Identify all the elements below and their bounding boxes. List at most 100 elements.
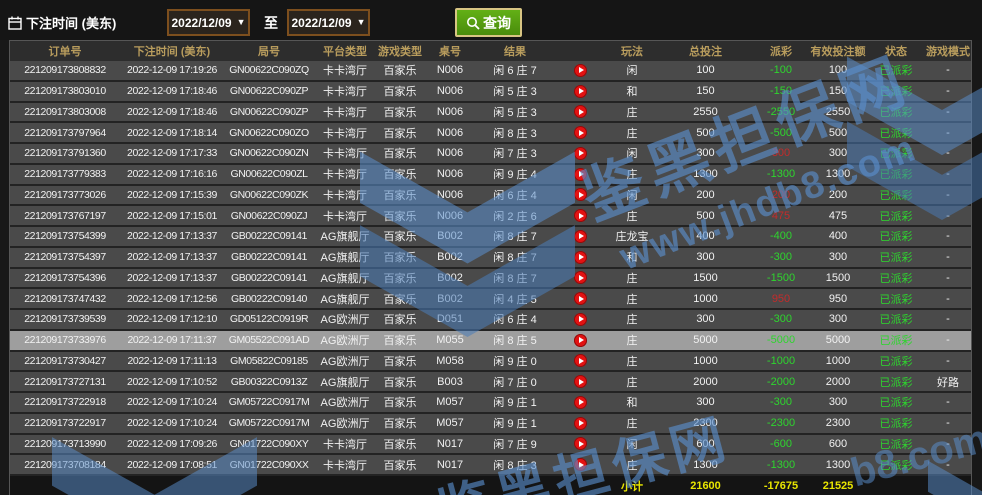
play-replay-button[interactable] (574, 396, 587, 409)
play-replay-button[interactable] (574, 126, 587, 139)
table-row[interactable]: 221209173773026 2022-12-09 17:15:39 GN00… (10, 186, 971, 207)
cell-order-no: 221209173754397 (10, 251, 120, 263)
cell-game-type: 百家乐 (376, 311, 424, 327)
play-replay-button[interactable] (574, 271, 587, 284)
cell-replay (554, 251, 606, 264)
play-replay-button[interactable] (574, 334, 587, 347)
table-row[interactable]: 221209173722918 2022-12-09 17:10:24 GM05… (10, 393, 971, 414)
cell-platform: 卡卡湾厅 (314, 166, 376, 182)
table-row[interactable]: 221209173727131 2022-12-09 17:10:52 GB00… (10, 372, 971, 393)
cell-status: 已派彩 (867, 249, 925, 265)
cell-total-bet: 300 (658, 396, 753, 408)
table-row[interactable]: 221209173808832 2022-12-09 17:19:26 GN00… (10, 61, 971, 82)
play-replay-button[interactable] (574, 230, 587, 243)
cell-round-no: GD05122C0919R (224, 313, 314, 325)
table-row[interactable]: 221209173767197 2022-12-09 17:15:01 GN00… (10, 206, 971, 227)
cell-platform: 卡卡湾厅 (314, 436, 376, 452)
cell-total-bet: 150 (658, 85, 753, 97)
table-row[interactable]: 221209173754396 2022-12-09 17:13:37 GB00… (10, 269, 971, 290)
table-row[interactable]: 221209173779383 2022-12-09 17:16:16 GN00… (10, 165, 971, 186)
play-replay-button[interactable] (574, 375, 587, 388)
cell-order-no: 221209173708184 (10, 459, 120, 471)
play-replay-button[interactable] (574, 437, 587, 450)
cell-game-mode: - (925, 85, 971, 97)
calendar-icon (8, 16, 22, 30)
table-row[interactable]: 221209173747432 2022-12-09 17:12:56 GB00… (10, 289, 971, 310)
play-replay-button[interactable] (574, 64, 587, 77)
cell-bet-time: 2022-12-09 17:10:24 (120, 396, 224, 408)
cell-result: 闲 6 庄 7 (476, 62, 554, 78)
cell-replay (554, 168, 606, 181)
chevron-down-icon: ▼ (237, 18, 246, 27)
cell-bet-time: 2022-12-09 17:18:46 (120, 85, 224, 97)
play-replay-button[interactable] (574, 354, 587, 367)
cell-valid-bet: 2300 (809, 417, 867, 429)
filter-bar: 下注时间 (美东) 2022/12/09 ▼ 至 2022/12/09 ▼ 查询 (0, 0, 982, 40)
table-row[interactable]: 221209173733976 2022-12-09 17:11:37 GM05… (10, 331, 971, 352)
cell-order-no: 221209173722917 (10, 417, 120, 429)
table-row[interactable]: 221209173708184 2022-12-09 17:08:51 GN01… (10, 455, 971, 476)
cell-game-type: 百家乐 (376, 457, 424, 473)
cell-order-no: 221209173722918 (10, 396, 120, 408)
cell-result: 闲 8 庄 3 (476, 125, 554, 141)
cell-platform: AG旗舰厅 (314, 374, 376, 390)
cell-total-bet: 5000 (658, 334, 753, 346)
play-replay-button[interactable] (574, 188, 587, 201)
table-row[interactable]: 221209173803010 2022-12-09 17:18:46 GN00… (10, 82, 971, 103)
play-replay-button[interactable] (574, 147, 587, 160)
cell-valid-bet: 500 (809, 127, 867, 139)
table-row[interactable]: 221209173730427 2022-12-09 17:11:13 GM05… (10, 352, 971, 373)
cell-bet-time: 2022-12-09 17:11:37 (120, 334, 224, 346)
cell-order-no: 221209173773026 (10, 189, 120, 201)
header-valid-bet: 有效投注额 (809, 43, 867, 59)
play-replay-button[interactable] (574, 209, 587, 222)
play-replay-button[interactable] (574, 251, 587, 264)
cell-game-type: 百家乐 (376, 415, 424, 431)
cell-total-bet: 1300 (658, 168, 753, 180)
play-replay-button[interactable] (574, 85, 587, 98)
table-row[interactable]: 221209173754397 2022-12-09 17:13:37 GB00… (10, 248, 971, 269)
cell-play-type: 闲 (606, 145, 658, 161)
cell-round-no: GN00622C090ZO (224, 127, 314, 139)
cell-result: 闲 2 庄 6 (476, 208, 554, 224)
play-replay-button[interactable] (574, 292, 587, 305)
cell-game-mode: - (925, 230, 971, 242)
table-row[interactable]: 221209173803008 2022-12-09 17:18:46 GN00… (10, 103, 971, 124)
table-row[interactable]: 221209173754399 2022-12-09 17:13:37 GB00… (10, 227, 971, 248)
table-row[interactable]: 221209173797964 2022-12-09 17:18:14 GN00… (10, 123, 971, 144)
cell-play-type: 庄 (606, 270, 658, 286)
header-platform: 平台类型 (314, 43, 376, 59)
subtotal-row: 小计 21600 -17675 21525 (10, 476, 971, 495)
cell-result: 闲 9 庄 1 (476, 394, 554, 410)
date-from-select[interactable]: 2022/12/09 ▼ (167, 9, 250, 36)
cell-table-no: N006 (424, 210, 476, 222)
table-row[interactable]: 221209173722917 2022-12-09 17:10:24 GM05… (10, 414, 971, 435)
cell-platform: 卡卡湾厅 (314, 125, 376, 141)
cell-replay (554, 396, 606, 409)
cell-game-type: 百家乐 (376, 228, 424, 244)
table-row[interactable]: 221209173713990 2022-12-09 17:09:26 GN01… (10, 435, 971, 456)
play-replay-button[interactable] (574, 458, 587, 471)
cell-bet-time: 2022-12-09 17:13:37 (120, 251, 224, 263)
cell-order-no: 221209173791360 (10, 147, 120, 159)
cell-platform: 卡卡湾厅 (314, 145, 376, 161)
cell-payout: -500 (753, 127, 809, 139)
chevron-down-icon: ▼ (357, 18, 366, 27)
cell-result: 闲 7 庄 0 (476, 374, 554, 390)
play-replay-button[interactable] (574, 105, 587, 118)
play-replay-button[interactable] (574, 313, 587, 326)
play-replay-button[interactable] (574, 168, 587, 181)
cell-valid-bet: 2000 (809, 376, 867, 388)
cell-game-mode: - (925, 127, 971, 139)
play-replay-button[interactable] (574, 417, 587, 430)
cell-total-bet: 300 (658, 147, 753, 159)
table-row[interactable]: 221209173739539 2022-12-09 17:12:10 GD05… (10, 310, 971, 331)
table-row[interactable]: 221209173791360 2022-12-09 17:17:33 GN00… (10, 144, 971, 165)
cell-play-type: 庄 (606, 208, 658, 224)
cell-result: 闲 6 庄 4 (476, 187, 554, 203)
table-header-row: 订单号 下注时间 (美东) 局号 平台类型 游戏类型 桌号 结果 玩法 总投注 … (10, 41, 971, 61)
cell-bet-time: 2022-12-09 17:10:24 (120, 417, 224, 429)
date-to-select[interactable]: 2022/12/09 ▼ (287, 9, 370, 36)
header-table-no: 桌号 (424, 43, 476, 59)
search-button[interactable]: 查询 (455, 8, 522, 37)
